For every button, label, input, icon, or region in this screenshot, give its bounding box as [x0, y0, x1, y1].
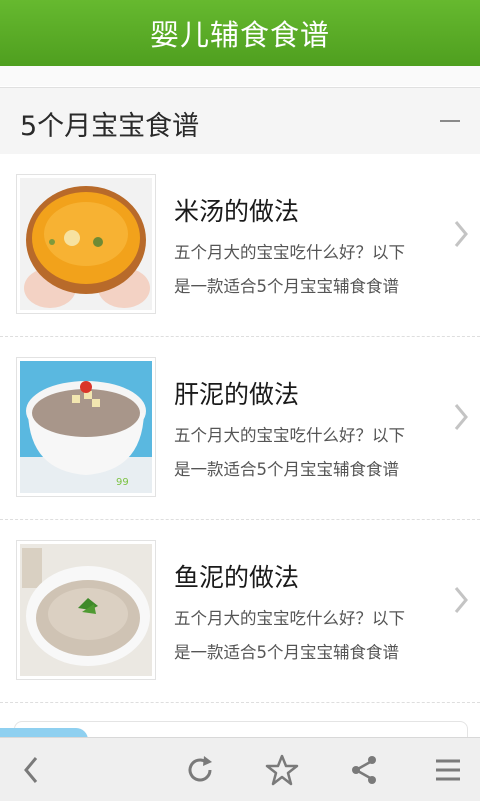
chevron-right-icon: [454, 221, 468, 247]
recipe-item[interactable]: 鱼泥的做法 五个月大的宝宝吃什么好？以下 是一款适合5个月宝宝辅食食谱: [0, 520, 480, 703]
star-icon: [265, 754, 299, 786]
chevron-right-icon: [454, 404, 468, 430]
recipe-description: 五个月大的宝宝吃什么好？以下 是一款适合5个月宝宝辅食食谱: [174, 609, 405, 662]
chevron-right-icon: [454, 587, 468, 613]
recipe-title: 肝泥的做法: [174, 380, 300, 409]
recipe-title: 鱼泥的做法: [174, 563, 300, 592]
orange-rice-soup-bowl-image: [20, 178, 152, 310]
bottom-toolbar: [0, 737, 480, 801]
liver-puree-bowl-image: 99: [20, 361, 152, 493]
recipe-thumbnail: [16, 174, 156, 314]
fish-puree-bowl-image: [20, 544, 152, 676]
refresh-icon: [188, 756, 212, 782]
recipe-item[interactable]: 米汤的做法 五个月大的宝宝吃什么好？以下 是一款适合5个月宝宝辅食食谱: [0, 154, 480, 337]
share-icon: [352, 756, 376, 784]
recipe-thumbnail: [16, 540, 156, 680]
header-gap: [0, 66, 480, 86]
menu-icon: [436, 759, 460, 781]
recipe-item[interactable]: 99 肝泥的做法 五个月大的宝宝吃什么好？以下 是一款适合5个月宝宝辅食食谱: [0, 337, 480, 520]
back-icon: [24, 757, 38, 783]
bookmark-button[interactable]: [264, 752, 300, 788]
svg-text:99: 99: [116, 477, 129, 488]
recipe-title: 米汤的做法: [174, 197, 300, 226]
section-header[interactable]: 5个月宝宝食谱: [0, 87, 480, 155]
back-button[interactable]: [14, 752, 50, 788]
refresh-button[interactable]: [182, 752, 218, 788]
recipe-thumbnail: 99: [16, 357, 156, 497]
app-title: 婴儿辅食食谱: [149, 18, 330, 52]
collapse-icon[interactable]: [440, 120, 460, 122]
menu-button[interactable]: [430, 752, 466, 788]
recipe-description: 五个月大的宝宝吃什么好？以下 是一款适合5个月宝宝辅食食谱: [174, 243, 405, 296]
app-header: 婴儿辅食食谱: [0, 0, 480, 66]
recipe-description: 五个月大的宝宝吃什么好？以下 是一款适合5个月宝宝辅食食谱: [174, 426, 405, 479]
section-title: 5个月宝宝食谱: [20, 111, 200, 142]
share-button[interactable]: [346, 752, 382, 788]
